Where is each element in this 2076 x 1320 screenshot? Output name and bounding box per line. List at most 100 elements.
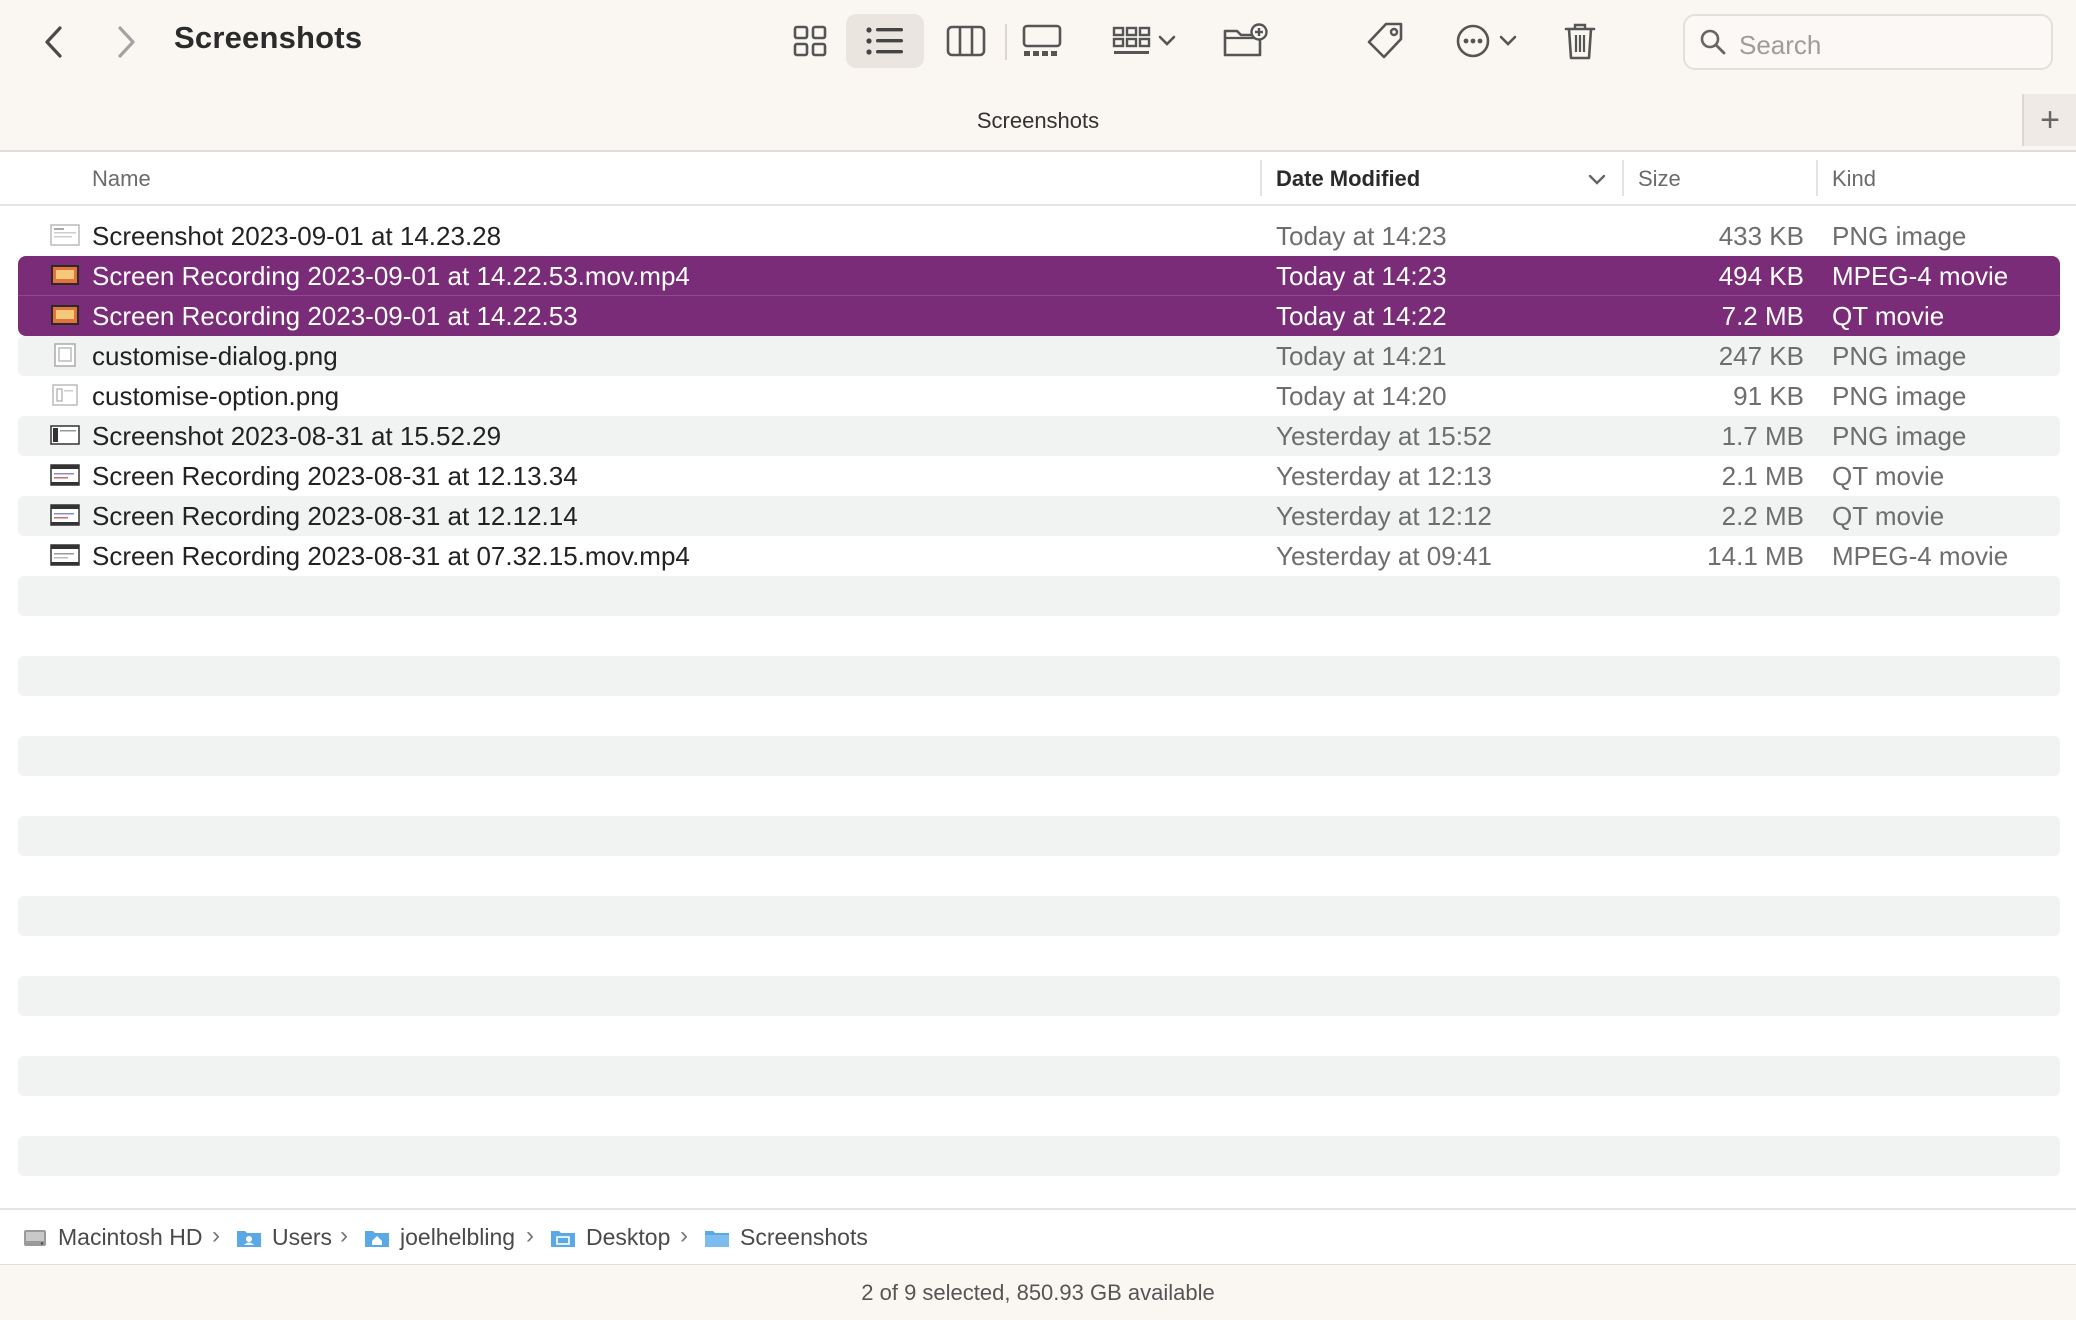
file-size: 14.1 MB	[1707, 541, 1804, 571]
group-button[interactable]	[1104, 14, 1184, 68]
movie-file-icon	[51, 305, 79, 325]
path-separator-icon: ›	[340, 1222, 348, 1249]
file-kind: QT movie	[1832, 461, 1945, 491]
more-actions-button[interactable]	[1448, 14, 1524, 68]
file-kind: MPEG-4 movie	[1832, 261, 2009, 291]
hard-drive-icon	[24, 1229, 46, 1246]
file-date: Today at 14:23	[1276, 261, 1447, 291]
empty-row	[18, 696, 2060, 736]
icon-view-button[interactable]	[784, 14, 836, 68]
column-name[interactable]: Name	[92, 166, 151, 192]
file-row[interactable]: customise-option.png Today at 14:20 91 K…	[18, 376, 2060, 416]
file-name: customise-option.png	[92, 381, 340, 411]
movie-file-icon	[50, 504, 80, 526]
tab-screenshots[interactable]: Screenshots	[0, 108, 2076, 134]
file-name: Screen Recording 2023-08-31 at 12.12.14	[92, 501, 578, 531]
chevron-left-icon	[45, 26, 62, 58]
file-kind: PNG image	[1832, 341, 1967, 371]
list-view-button[interactable]	[846, 14, 924, 68]
path-label: Users	[272, 1224, 333, 1250]
file-name: Screen Recording 2023-09-01 at 14.22.53.…	[92, 261, 690, 291]
new-folder-icon	[1223, 23, 1268, 57]
new-tab-button[interactable]: +	[2022, 94, 2076, 146]
file-row[interactable]: customise-dialog.png Today at 14:21 247 …	[18, 336, 2060, 376]
file-row-selected[interactable]: Screen Recording 2023-09-01 at 14.22.53.…	[18, 256, 2060, 296]
forward-button[interactable]	[106, 18, 146, 66]
empty-row	[18, 976, 2060, 1016]
column-separator[interactable]	[1260, 160, 1262, 196]
column-header: Name Date Modified Size Kind	[0, 152, 2076, 206]
file-row[interactable]: Screen Recording 2023-08-31 at 07.32.15.…	[18, 536, 2060, 576]
file-kind: MPEG-4 movie	[1832, 541, 2009, 571]
new-folder-button[interactable]	[1218, 14, 1272, 68]
file-date: Today at 14:23	[1276, 221, 1447, 251]
image-file-icon	[52, 384, 78, 406]
icon-view-icon	[793, 25, 827, 57]
file-row[interactable]: Screenshot 2023-09-01 at 14.23.28 Today …	[18, 216, 2060, 256]
list-view-icon	[866, 27, 903, 55]
file-date: Yesterday at 09:41	[1276, 541, 1492, 571]
back-button[interactable]	[34, 18, 74, 66]
status-text: 2 of 9 selected, 850.93 GB available	[861, 1280, 1215, 1305]
window-title: Screenshots	[174, 20, 363, 55]
column-view-button[interactable]	[940, 14, 992, 68]
gallery-view-button[interactable]	[1014, 14, 1070, 68]
folder-icon	[705, 1230, 729, 1247]
toolbar-divider	[1005, 24, 1007, 60]
empty-row	[18, 816, 2060, 856]
gallery-view-icon	[1022, 24, 1062, 56]
file-date: Yesterday at 12:13	[1276, 461, 1492, 491]
path-item-macintosh-hd[interactable]: Macintosh HD	[22, 1224, 202, 1251]
empty-row	[18, 896, 2060, 936]
file-row-selected[interactable]: Screen Recording 2023-09-01 at 14.22.53 …	[18, 296, 2060, 336]
path-item-screenshots[interactable]: Screenshots	[704, 1224, 868, 1251]
empty-row	[18, 936, 2060, 976]
column-size[interactable]: Size	[1638, 166, 1681, 192]
search-placeholder: Search	[1739, 30, 1822, 60]
path-bar: Macintosh HD › Users › joelhelbling › De…	[0, 1208, 2076, 1264]
sort-descending-icon[interactable]	[1588, 174, 1606, 186]
path-item-home[interactable]: joelhelbling	[364, 1224, 515, 1251]
file-row[interactable]: Screen Recording 2023-08-31 at 12.13.34 …	[18, 456, 2060, 496]
column-separator[interactable]	[1816, 160, 1818, 196]
file-row[interactable]: Screenshot 2023-08-31 at 15.52.29 Yester…	[18, 416, 2060, 456]
users-folder-icon	[237, 1230, 261, 1247]
ellipsis-circle-icon	[1456, 24, 1490, 58]
file-size: 7.2 MB	[1721, 301, 1804, 331]
path-label: joelhelbling	[400, 1224, 516, 1250]
path-separator-icon: ›	[212, 1222, 220, 1249]
file-kind: PNG image	[1832, 381, 1967, 411]
group-icon	[1112, 26, 1151, 54]
file-size: 1.7 MB	[1721, 421, 1804, 451]
path-item-desktop[interactable]: Desktop	[550, 1224, 670, 1251]
file-name: Screenshot 2023-09-01 at 14.23.28	[92, 221, 502, 251]
empty-row	[18, 736, 2060, 776]
file-size: 494 KB	[1718, 261, 1804, 291]
file-kind: PNG image	[1832, 421, 1967, 451]
empty-row	[18, 856, 2060, 896]
empty-row	[18, 1136, 2060, 1176]
file-size: 247 KB	[1718, 341, 1804, 371]
tag-button[interactable]	[1360, 14, 1412, 68]
trash-button[interactable]	[1554, 14, 1606, 68]
file-date: Today at 14:20	[1276, 381, 1447, 411]
file-date: Today at 14:22	[1276, 301, 1447, 331]
empty-row	[18, 1016, 2060, 1056]
tab-bar: Screenshots +	[0, 86, 2076, 152]
column-date-modified[interactable]: Date Modified	[1276, 166, 1420, 192]
search-field[interactable]: Search	[1683, 14, 2053, 70]
file-date: Yesterday at 12:12	[1276, 501, 1492, 531]
empty-row	[18, 656, 2060, 696]
desktop-folder-icon	[551, 1230, 575, 1247]
toolbar: Screenshots Search	[0, 0, 2076, 86]
file-row[interactable]: Screen Recording 2023-08-31 at 12.12.14 …	[18, 496, 2060, 536]
column-separator[interactable]	[1622, 160, 1624, 196]
file-name: customise-dialog.png	[92, 341, 338, 371]
file-kind: QT movie	[1832, 301, 1945, 331]
file-date: Today at 14:21	[1276, 341, 1447, 371]
status-bar: 2 of 9 selected, 850.93 GB available	[0, 1264, 2076, 1320]
path-item-users[interactable]: Users	[236, 1224, 332, 1251]
file-name: Screen Recording 2023-08-31 at 12.13.34	[92, 461, 578, 491]
column-kind[interactable]: Kind	[1832, 166, 1876, 192]
path-separator-icon: ›	[526, 1222, 534, 1249]
